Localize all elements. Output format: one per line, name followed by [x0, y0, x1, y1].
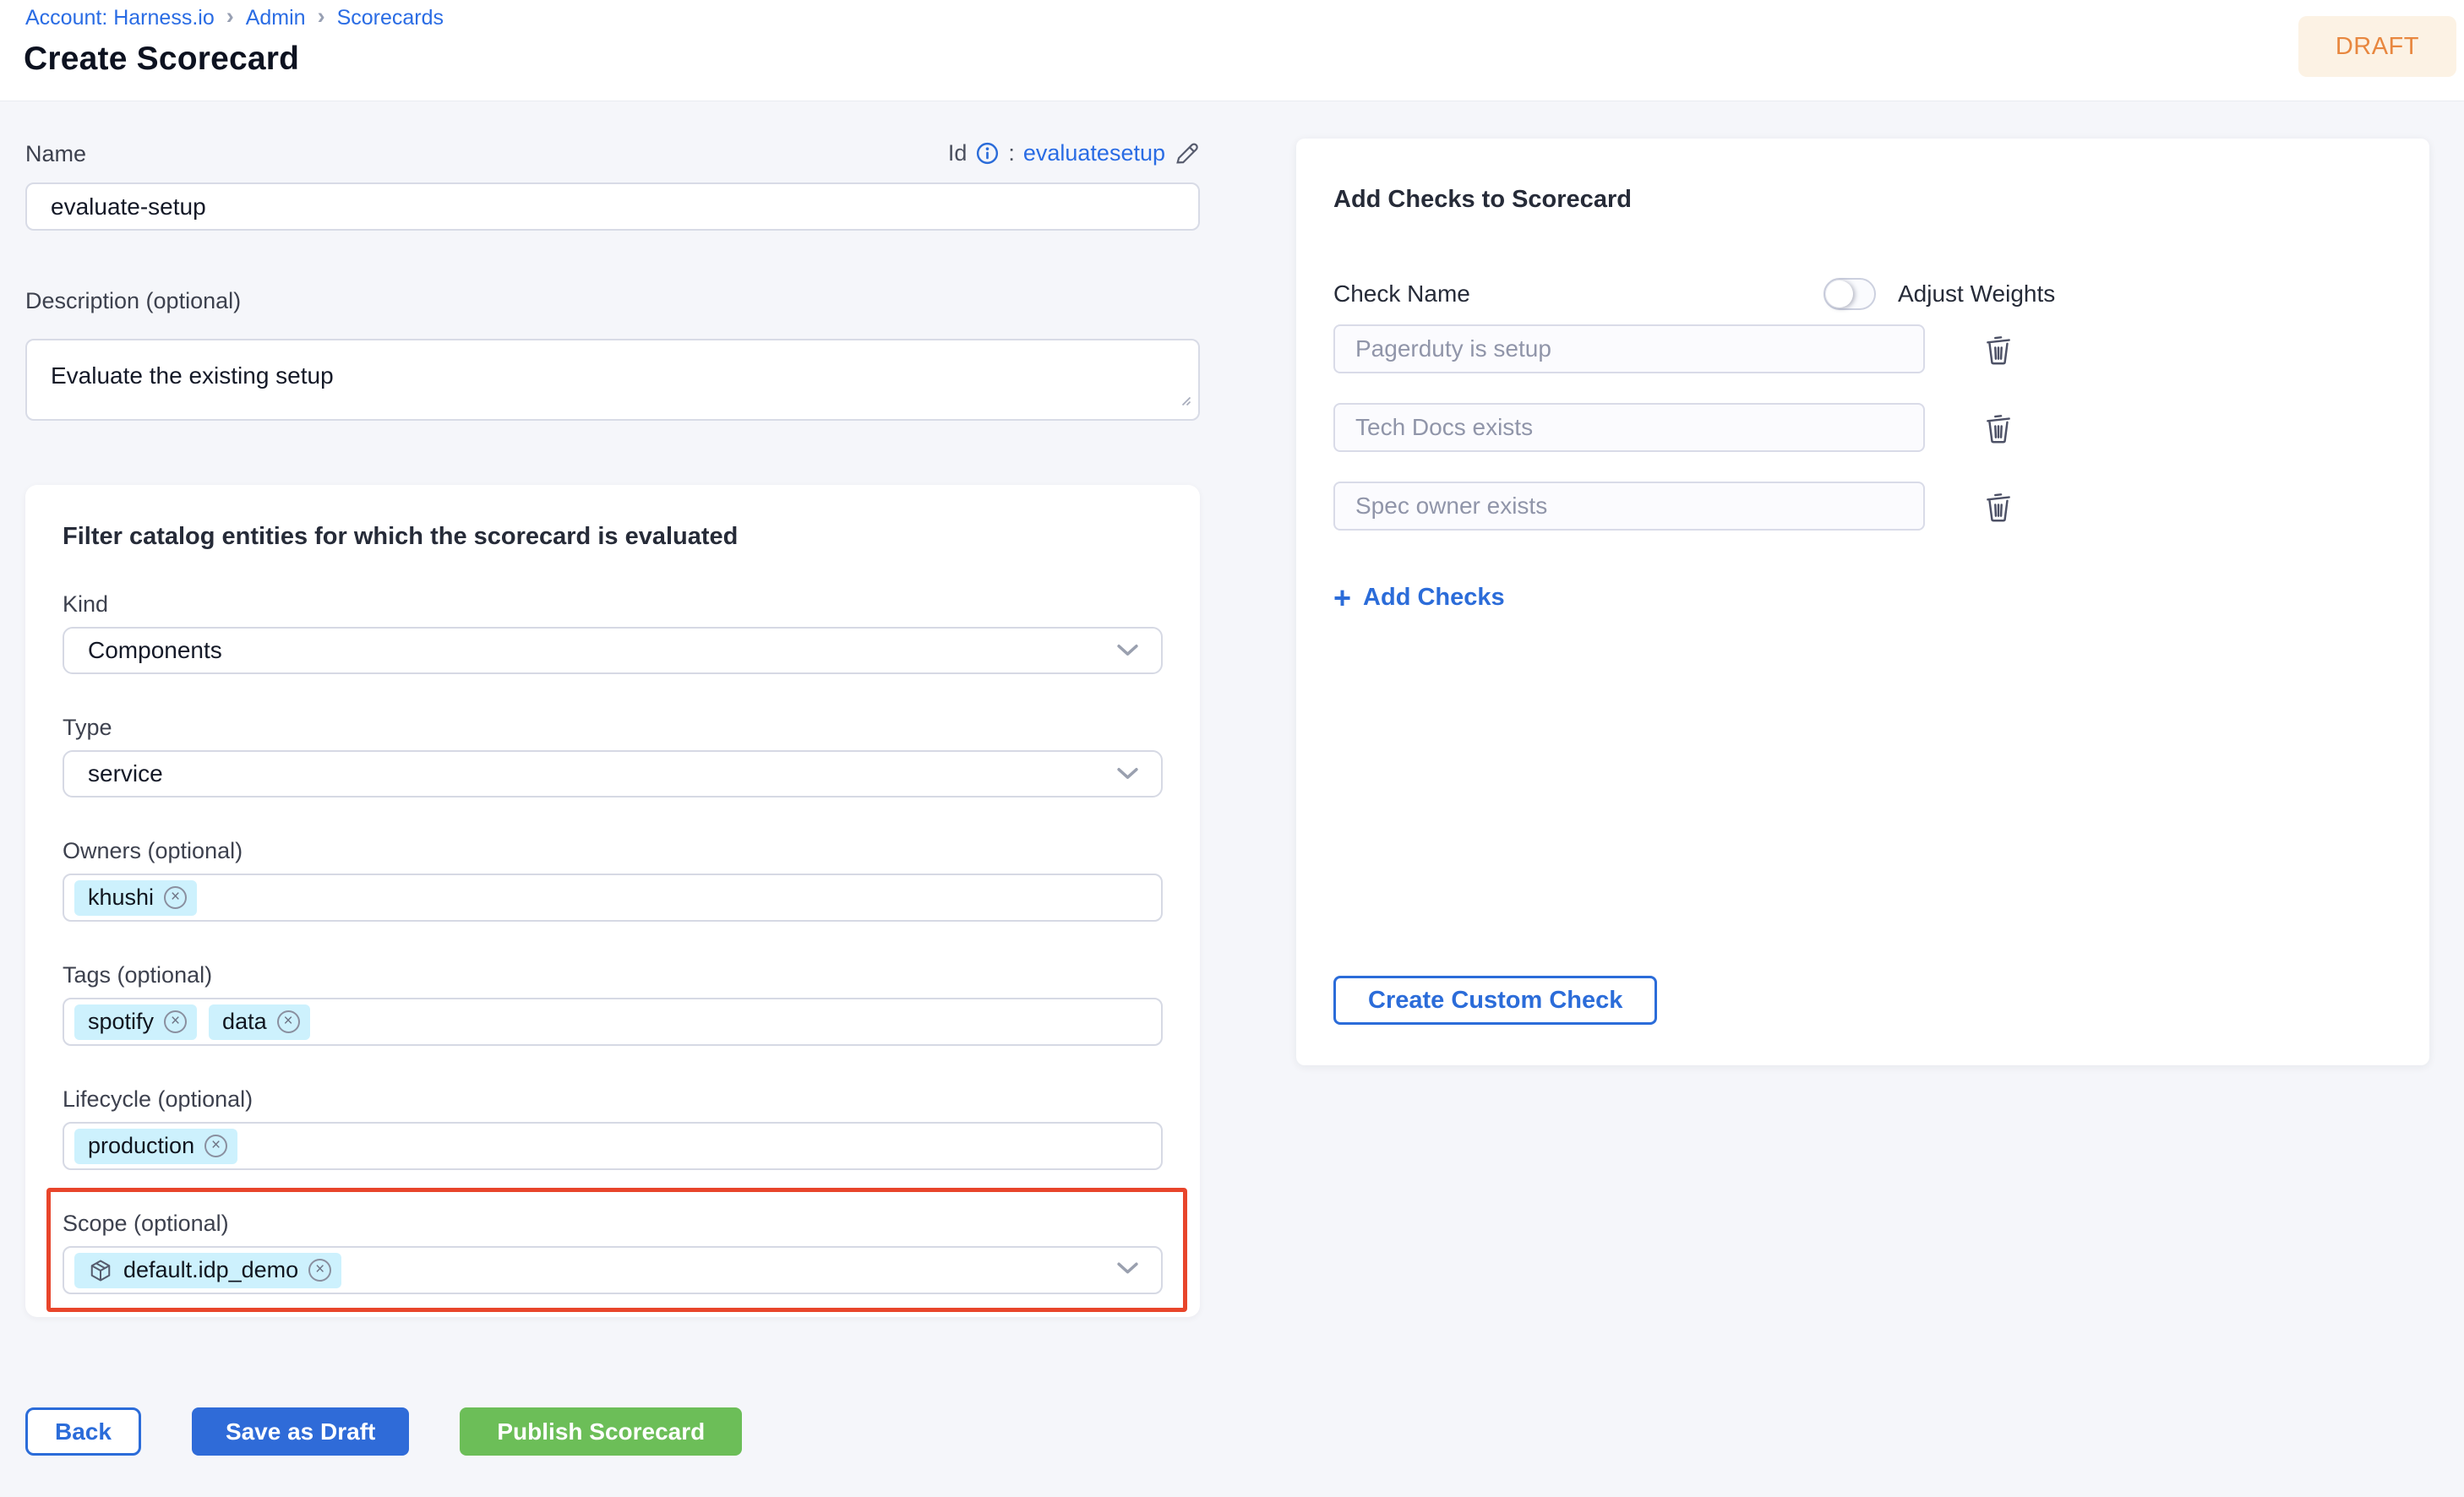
plus-icon: +	[1333, 587, 1351, 609]
filter-card: Filter catalog entities for which the sc…	[25, 485, 1200, 1317]
type-value: service	[88, 760, 163, 787]
tags-input[interactable]: spotify × data ×	[63, 998, 1163, 1046]
name-label: Name	[25, 141, 86, 166]
add-checks-heading: Add Checks to Scorecard	[1333, 139, 2392, 214]
chip-label: default.idp_demo	[123, 1257, 298, 1283]
status-badge: DRAFT	[2298, 16, 2456, 77]
id-value-link[interactable]: evaluatesetup	[1023, 140, 1165, 166]
name-input[interactable]	[25, 182, 1200, 231]
check-name-label: Check Name	[1333, 280, 1470, 308]
description-label: Description (optional)	[25, 288, 1200, 313]
owners-section: Owners (optional) khushi ×	[63, 838, 1163, 922]
id-separator: :	[1008, 140, 1015, 166]
page-title: Create Scorecard	[24, 41, 299, 78]
scorecard-form: Name Id : evaluatesetup	[25, 101, 1200, 1456]
check-input[interactable]	[1333, 324, 1925, 373]
create-scorecard-page: Account: Harness.io › Admin › Scorecards…	[0, 0, 2464, 1497]
type-select[interactable]: service	[63, 750, 1163, 797]
remove-chip-icon[interactable]: ×	[164, 886, 187, 909]
breadcrumb-account-link[interactable]: Account: Harness.io	[25, 6, 215, 30]
chip-label: data	[222, 1009, 267, 1035]
edit-pencil-icon[interactable]	[1174, 140, 1200, 166]
add-checks-card: Add Checks to Scorecard Check Name Adjus…	[1296, 139, 2429, 1065]
cube-icon	[88, 1258, 113, 1283]
adjust-weights-toggle[interactable]	[1823, 278, 1876, 310]
type-section: Type service	[63, 715, 1163, 797]
scope-section: Scope (optional) default.idp_demo	[63, 1211, 1163, 1294]
adjust-weights-label: Adjust Weights	[1898, 280, 2055, 308]
lifecycle-label: Lifecycle (optional)	[63, 1086, 1163, 1112]
breadcrumb: Account: Harness.io › Admin › Scorecards	[25, 5, 444, 31]
owner-chip: khushi ×	[74, 880, 197, 916]
chevron-down-icon	[1116, 767, 1139, 781]
type-label: Type	[63, 715, 1163, 740]
tags-section: Tags (optional) spotify × data ×	[63, 962, 1163, 1046]
save-as-draft-button[interactable]: Save as Draft	[192, 1407, 409, 1456]
lifecycle-section: Lifecycle (optional) production ×	[63, 1086, 1163, 1170]
id-label: Id	[948, 140, 968, 166]
owners-input[interactable]: khushi ×	[63, 874, 1163, 922]
add-checks-label: Add Checks	[1363, 584, 1505, 612]
lifecycle-input[interactable]: production ×	[63, 1122, 1163, 1170]
check-name-row: Check Name Adjust Weights	[1333, 276, 2392, 313]
breadcrumb-separator-icon: ›	[318, 3, 325, 30]
remove-chip-icon[interactable]: ×	[277, 1010, 300, 1033]
id-row: Id : evaluatesetup	[948, 140, 1200, 166]
delete-check-button[interactable]	[1982, 489, 2014, 523]
back-button[interactable]: Back	[25, 1407, 141, 1456]
kind-label: Kind	[63, 591, 1163, 617]
scope-chip: default.idp_demo ×	[74, 1253, 341, 1288]
chevron-down-icon	[1116, 1261, 1139, 1280]
kind-section: Kind Components	[63, 591, 1163, 674]
scope-label: Scope (optional)	[63, 1211, 1163, 1236]
filter-heading: Filter catalog entities for which the sc…	[63, 485, 1163, 551]
tag-chip: spotify ×	[74, 1004, 197, 1040]
create-custom-check-button[interactable]: Create Custom Check	[1333, 976, 1657, 1025]
footer-actions: Back Save as Draft Publish Scorecard	[25, 1407, 1200, 1456]
add-checks-link[interactable]: + Add Checks	[1333, 584, 1505, 612]
remove-chip-icon[interactable]: ×	[308, 1259, 331, 1282]
page-header: Account: Harness.io › Admin › Scorecards…	[0, 0, 2464, 101]
scope-select[interactable]: default.idp_demo ×	[63, 1246, 1163, 1294]
breadcrumb-separator-icon: ›	[226, 3, 234, 30]
description-wrap: Evaluate the existing setup	[25, 339, 1200, 421]
delete-check-button[interactable]	[1982, 332, 2014, 366]
name-row: Name Id : evaluatesetup	[25, 140, 1200, 166]
resize-handle-icon[interactable]	[1176, 391, 1193, 412]
owners-label: Owners (optional)	[63, 838, 1163, 863]
breadcrumb-admin-link[interactable]: Admin	[246, 6, 306, 30]
tag-chip: data ×	[209, 1004, 310, 1040]
check-row	[1333, 403, 2392, 452]
kind-value: Components	[88, 637, 222, 664]
check-row	[1333, 482, 2392, 531]
toggle-knob	[1826, 280, 1853, 308]
description-textarea[interactable]: Evaluate the existing setup	[25, 339, 1200, 421]
kind-select[interactable]: Components	[63, 627, 1163, 674]
tags-label: Tags (optional)	[63, 962, 1163, 988]
info-icon[interactable]	[975, 141, 1000, 166]
chevron-down-icon	[1116, 644, 1139, 658]
check-input[interactable]	[1333, 482, 1925, 531]
delete-check-button[interactable]	[1982, 411, 2014, 444]
publish-scorecard-button[interactable]: Publish Scorecard	[460, 1407, 742, 1456]
chip-label: spotify	[88, 1009, 154, 1035]
remove-chip-icon[interactable]: ×	[164, 1010, 187, 1033]
remove-chip-icon[interactable]: ×	[204, 1135, 227, 1157]
breadcrumb-scorecards-link[interactable]: Scorecards	[337, 6, 444, 30]
check-row	[1333, 324, 2392, 373]
check-input[interactable]	[1333, 403, 1925, 452]
chip-label: khushi	[88, 885, 154, 911]
chip-label: production	[88, 1133, 194, 1159]
lifecycle-chip: production ×	[74, 1129, 237, 1164]
